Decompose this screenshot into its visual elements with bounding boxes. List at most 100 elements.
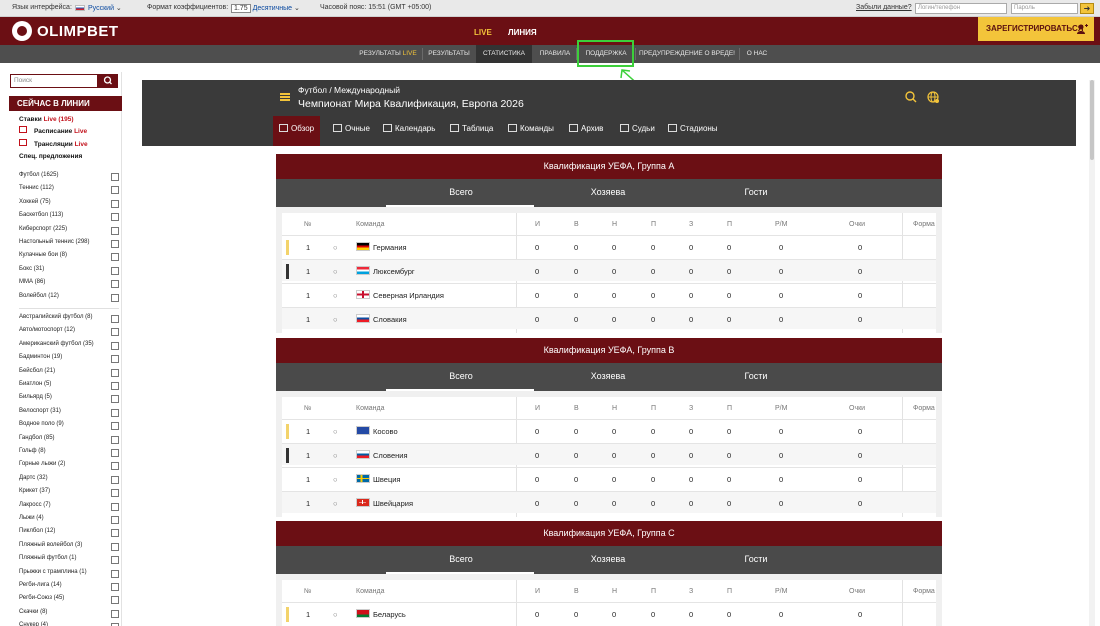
subnav-teams[interactable]: Команды [502, 116, 560, 146]
sport-item[interactable]: Хоккей (75) [19, 199, 119, 211]
globe-settings-icon[interactable] [926, 90, 940, 104]
table-row[interactable]: 1 ○ Люксембург 0 0 0 0 0 0 0 0 [282, 259, 936, 281]
sport-checkbox[interactable] [111, 199, 119, 208]
sport-checkbox[interactable] [111, 569, 119, 578]
sport-checkbox[interactable] [111, 226, 119, 235]
sidebar-search-input[interactable]: Поиск [10, 74, 98, 88]
subnav-referees[interactable]: Судьи [614, 116, 661, 146]
sport-checkbox[interactable] [111, 556, 119, 565]
sport-item[interactable]: Бокс (31) [19, 266, 119, 278]
tab-away[interactable]: Гости [681, 363, 831, 391]
sport-item[interactable]: Регби-лига (14) [19, 582, 119, 594]
sidebar-broadcasts-live[interactable]: Трансляции Live [34, 141, 88, 148]
sport-checkbox[interactable] [111, 315, 119, 323]
tab-home[interactable]: Хозяева [533, 363, 683, 391]
team-name[interactable]: Швейцария [356, 498, 413, 508]
sport-item[interactable]: Лыжи (4) [19, 515, 119, 527]
odds-format-select[interactable]: 1.75 Десятичные ⌄ [231, 4, 300, 13]
nav-rules[interactable]: ПРАВИЛА [535, 45, 575, 63]
sport-item[interactable]: Гольф (8) [19, 448, 119, 460]
sidebar-bets-live[interactable]: Ставки Live (195) [19, 116, 74, 123]
sport-item[interactable]: Настольный теннис (298) [19, 239, 119, 251]
sport-checkbox[interactable] [111, 213, 119, 222]
tab-all[interactable]: Всего [386, 546, 536, 574]
table-row[interactable]: 1 ○ Беларусь 0 0 0 0 0 0 0 0 [282, 602, 936, 624]
sport-item[interactable]: Велоспорт (31) [19, 408, 119, 420]
sport-item[interactable]: Регби-Союз (45) [19, 595, 119, 607]
logo[interactable]: OLIMPBET [12, 21, 119, 41]
sport-item[interactable]: Теннис (112) [19, 185, 119, 197]
sport-item[interactable]: Баскетбол (113) [19, 212, 119, 224]
subnav-calendar[interactable]: Календарь [377, 116, 441, 146]
team-name[interactable]: Словения [356, 450, 408, 460]
sport-item[interactable]: Гандбол (85) [19, 435, 119, 447]
team-name[interactable]: Северная Ирландия [356, 290, 444, 300]
scrollbar-thumb[interactable] [1090, 80, 1094, 160]
sport-item[interactable]: Пиклбол (12) [19, 528, 119, 540]
sport-item[interactable]: Скачки (8) [19, 609, 119, 621]
sport-checkbox[interactable] [111, 328, 119, 337]
sport-item[interactable]: Кулачные бои (8) [19, 252, 119, 264]
table-row[interactable]: 1 ○ Германия 0 0 0 0 0 0 0 0 [282, 235, 936, 257]
tab-away[interactable]: Гости [681, 179, 831, 207]
sport-checkbox[interactable] [111, 341, 119, 350]
sport-item[interactable]: Авто/мотоспорт (12) [19, 327, 119, 339]
sport-item[interactable]: Бильярд (5) [19, 394, 119, 406]
sport-checkbox[interactable] [111, 449, 119, 457]
tab-away[interactable]: Гости [681, 546, 831, 574]
line-link[interactable]: ЛИНИЯ [508, 28, 537, 37]
sport-item[interactable]: ММА (86) [19, 279, 119, 291]
sport-checkbox[interactable] [111, 293, 119, 302]
sport-checkbox[interactable] [111, 240, 119, 248]
sidebar-special-offers[interactable]: Спец. предложения [19, 153, 82, 160]
sport-checkbox[interactable] [111, 596, 119, 605]
sport-checkbox[interactable] [111, 266, 119, 275]
sport-item[interactable]: Пляжный футбол (1) [19, 555, 119, 567]
sport-item[interactable]: Бадминтон (19) [19, 354, 119, 366]
login-button[interactable]: ➜ [1080, 3, 1094, 14]
team-name[interactable]: Люксембург [356, 266, 415, 276]
sport-item[interactable]: Волейбол (12) [19, 293, 119, 305]
sport-checkbox[interactable] [111, 280, 119, 289]
subnav-head-to-head[interactable]: Очные [327, 116, 376, 146]
sport-checkbox[interactable] [111, 583, 119, 591]
team-name[interactable]: Германия [356, 242, 407, 252]
sport-checkbox[interactable] [111, 609, 119, 618]
sport-item[interactable]: Американский футбол (35) [19, 341, 119, 353]
sport-item[interactable]: Снукер (4) [19, 622, 119, 626]
table-row[interactable]: 1 ○ Словения 0 0 0 0 0 0 0 0 [282, 443, 936, 465]
subnav-archive[interactable]: Архив [563, 116, 609, 146]
live-link[interactable]: LIVE [474, 28, 492, 37]
language-select[interactable]: Русский ⌄ [75, 4, 122, 12]
login-input[interactable]: Логин/телефон [915, 3, 1007, 14]
sport-checkbox[interactable] [111, 382, 119, 390]
sidebar-search-button[interactable] [98, 74, 118, 88]
sport-item[interactable]: Дартс (32) [19, 475, 119, 487]
password-input[interactable]: Пароль [1011, 3, 1078, 14]
sport-item[interactable]: Биатлон (5) [19, 381, 119, 393]
sport-checkbox[interactable] [111, 408, 119, 417]
sport-checkbox[interactable] [111, 435, 119, 444]
hamburger-menu-icon[interactable] [280, 93, 290, 101]
nav-about[interactable]: О НАС [741, 45, 773, 63]
sport-checkbox[interactable] [111, 529, 119, 538]
sport-checkbox[interactable] [111, 186, 119, 195]
timezone-select[interactable]: Часовой пояс: 15:51 (GMT +05:00) [320, 4, 431, 11]
sport-item[interactable]: Австралийский футбол (8) [19, 314, 119, 326]
register-button[interactable]: ЗАРЕГИСТРИРОВАТЬСЯ [978, 17, 1094, 41]
sport-checkbox[interactable] [111, 368, 119, 377]
sport-checkbox[interactable] [111, 422, 119, 431]
table-row[interactable]: 1 ○ Косово 0 0 0 0 0 0 0 0 [282, 419, 936, 441]
subnav-table[interactable]: Таблица [444, 116, 499, 146]
sport-checkbox[interactable] [111, 355, 119, 364]
table-row[interactable]: 1 ○ Северная Ирландия 0 0 0 0 0 0 0 0 [282, 283, 936, 305]
sport-checkbox[interactable] [111, 502, 119, 511]
tab-home[interactable]: Хозяева [533, 179, 683, 207]
forgot-credentials-link[interactable]: Забыли данные? [856, 4, 912, 11]
search-icon[interactable] [904, 90, 918, 104]
nav-statistics[interactable]: СТАТИСТИКА [476, 45, 532, 63]
sport-item[interactable]: Футбол (1625) [19, 172, 119, 184]
sport-item[interactable]: Киберспорт (225) [19, 226, 119, 238]
sport-item[interactable]: Прыжки с трамплина (1) [19, 569, 119, 581]
sport-checkbox[interactable] [111, 475, 119, 484]
